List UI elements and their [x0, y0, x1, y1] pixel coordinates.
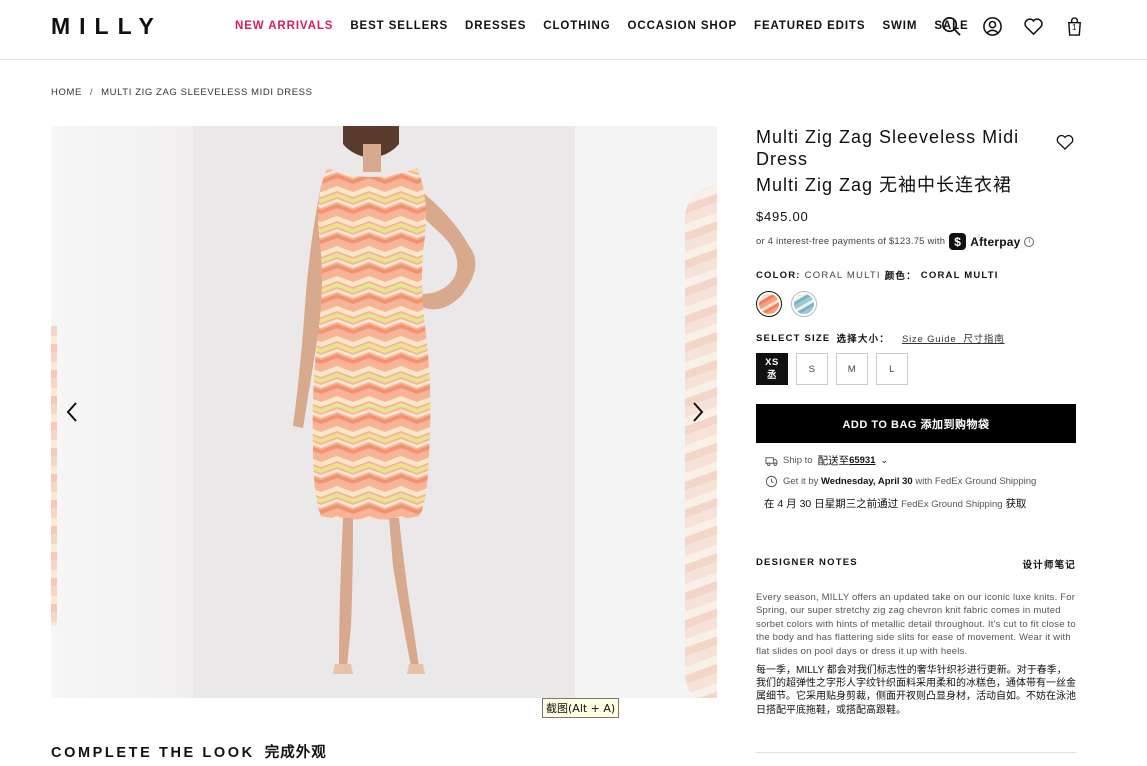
- nav-dresses[interactable]: DRESSES: [465, 20, 526, 32]
- gallery-prev-arrow[interactable]: [60, 400, 84, 424]
- designer-notes-body-translated: 每一季，MILLY 都会对我们标志性的奢华针织衫进行更新。对于春季，我们的超弹性…: [756, 665, 1076, 716]
- breadcrumb-separator: /: [89, 87, 94, 98]
- main-nav: NEW ARRIVALS BEST SELLERS DRESSES CLOTHI…: [235, 20, 986, 32]
- gallery-prev-peek: [51, 326, 57, 626]
- nav-swim[interactable]: SWIM: [882, 20, 917, 32]
- size-label: SELECT SIZE: [756, 332, 831, 344]
- color-label: COLOR:: [756, 269, 801, 281]
- afterpay-brand[interactable]: Afterpay: [970, 235, 1020, 249]
- color-label-translated: 颜色：: [884, 271, 917, 282]
- gallery-next-peek: [685, 186, 717, 698]
- size-selector-label: SELECT SIZE 选择大小： Size Guide 尺寸指南: [756, 331, 1076, 346]
- size-l-button[interactable]: L: [876, 353, 908, 385]
- delivery-estimate: Get it by Wednesday, April 30 with FedEx…: [765, 475, 1076, 488]
- clock-icon: [765, 475, 778, 488]
- nav-clothing[interactable]: CLOTHING: [543, 20, 610, 32]
- nav-occasion-shop[interactable]: OCCASION SHOP: [628, 20, 737, 32]
- add-to-wishlist-icon[interactable]: [1056, 134, 1074, 150]
- product-model-image: [293, 126, 476, 674]
- ship-to-label-translated: 配送至: [817, 455, 850, 467]
- size-m-button[interactable]: M: [836, 353, 868, 385]
- afterpay-message: or 4 interest-free payments of $123.75 w…: [756, 233, 1076, 250]
- product-info: Multi Zig Zag Sleeveless Midi Dress Mult…: [756, 126, 1076, 717]
- afterpay-logo-icon: $: [949, 233, 967, 250]
- breadcrumb-home[interactable]: HOME: [51, 87, 82, 98]
- size-guide-link[interactable]: Size Guide 尺寸指南: [902, 331, 1005, 345]
- truck-icon: [765, 454, 778, 467]
- product-price: $495.00: [756, 209, 809, 224]
- size-options: XS 丞 S M L: [756, 353, 1076, 385]
- nav-featured-edits[interactable]: FEATURED EDITS: [754, 20, 865, 32]
- zip-code-link[interactable]: 65931: [849, 455, 875, 466]
- color-value-translated: CORAL MULTI: [920, 269, 999, 281]
- bag-icon[interactable]: 1: [1063, 15, 1085, 37]
- color-value: CORAL MULTI: [804, 269, 881, 281]
- swatch-coral-multi[interactable]: [756, 291, 782, 317]
- designer-notes-title: DESIGNER NOTES: [756, 557, 858, 568]
- bag-count: 1: [1072, 23, 1077, 32]
- search-icon[interactable]: [940, 15, 962, 37]
- swatch-blue-multi[interactable]: [791, 291, 817, 317]
- info-icon[interactable]: i: [1024, 236, 1035, 247]
- header-icons: 1: [940, 15, 1085, 37]
- designer-notes-body: Every season, MILLY offers an updated ta…: [756, 592, 1076, 657]
- wishlist-icon[interactable]: [1022, 15, 1044, 37]
- breadcrumb: HOME / MULTI ZIG ZAG SLEEVELESS MIDI DRE…: [51, 87, 313, 98]
- section-divider: [756, 752, 1076, 753]
- add-to-bag-button[interactable]: ADD TO BAG 添加到购物袋: [756, 404, 1076, 443]
- nav-new-arrivals[interactable]: NEW ARRIVALS: [235, 20, 333, 32]
- size-label-translated: 选择大小：: [836, 334, 890, 345]
- breadcrumb-current: MULTI ZIG ZAG SLEEVELESS MIDI DRESS: [101, 87, 313, 98]
- size-xs-button[interactable]: XS 丞: [756, 353, 788, 385]
- color-selector-label: COLOR: CORAL MULTI 颜色： CORAL MULTI: [756, 268, 1076, 283]
- screenshot-tooltip: 截图(Alt + A): [542, 698, 620, 718]
- designer-notes-header[interactable]: DESIGNER NOTES 设计师笔记: [756, 557, 1076, 571]
- chevron-down-icon[interactable]: ⌄: [881, 455, 889, 466]
- complete-the-look-heading: COMPLETE THE LOOK 完成外观: [51, 745, 327, 761]
- ship-to-label: Ship to: [783, 455, 813, 466]
- color-swatches: [756, 291, 1076, 317]
- product-title-translated: Multi Zig Zag 无袖中长连衣裙: [756, 175, 1013, 195]
- product-title: Multi Zig Zag Sleeveless Midi Dress: [756, 127, 1020, 169]
- delivery-estimate-translated: 在 4 月 30 日星期三之前通过 FedEx Ground Shipping …: [764, 498, 1027, 510]
- milly-logo[interactable]: MILLY: [51, 13, 163, 40]
- product-gallery: [51, 126, 717, 698]
- afterpay-text: or 4 interest-free payments of $123.75 w…: [756, 236, 946, 247]
- size-s-button[interactable]: S: [796, 353, 828, 385]
- gallery-next-arrow[interactable]: [686, 400, 710, 424]
- site-header: MILLY NEW ARRIVALS BEST SELLERS DRESSES …: [0, 0, 1147, 60]
- ship-to-row[interactable]: Ship to 配送至 65931 ⌄: [765, 453, 1076, 468]
- nav-best-sellers[interactable]: BEST SELLERS: [350, 20, 448, 32]
- designer-notes-title-translated: 设计师笔记: [1022, 560, 1076, 571]
- account-icon[interactable]: [981, 15, 1003, 37]
